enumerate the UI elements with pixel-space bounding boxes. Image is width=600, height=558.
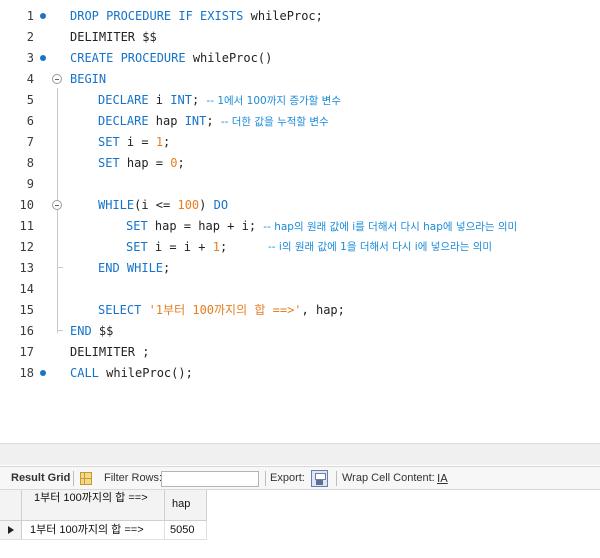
- code-text: CREATE PROCEDURE whileProc(): [70, 51, 273, 65]
- code-text: DECLARE i INT; -- 1에서 100까지 증가할 변수: [98, 93, 341, 107]
- wrap-cell-content-icon[interactable]: IA: [437, 471, 448, 486]
- code-text: CALL whileProc();: [70, 366, 193, 380]
- line-number: 15: [19, 303, 34, 317]
- editor-line-2: 2 DELIMITER $$: [0, 27, 600, 48]
- line-number: 7: [26, 135, 34, 149]
- sql-editor[interactable]: 1 DROP PROCEDURE IF EXISTS whileProc; 2 …: [0, 0, 600, 443]
- code-text: END $$: [70, 324, 114, 338]
- column-header-hap[interactable]: hap: [165, 490, 207, 521]
- table-cell[interactable]: 5050: [165, 521, 207, 540]
- filter-rows-label: Filter Rows:: [104, 472, 163, 484]
- fold-end-marker: [57, 258, 63, 268]
- toolbar-divider: [336, 471, 337, 486]
- editor-line-3: 3 CREATE PROCEDURE whileProc(): [0, 48, 600, 69]
- code-text: SET hap = hap + i; -- hap의 원래 값에 i를 더해서 …: [126, 219, 518, 233]
- code-comment: -- i의 원래 값에 1을 더해서 다시 i에 넣으라는 의미: [268, 241, 493, 253]
- editor-line-4: 4 BEGIN: [0, 69, 600, 90]
- line-number: 6: [26, 114, 34, 128]
- editor-line-12: 12 SET i = i + 1; -- i의 원래 값에 1을 더해서 다시 …: [0, 237, 600, 258]
- fold-collapse-icon[interactable]: [52, 200, 62, 210]
- line-number: 12: [19, 240, 34, 254]
- line-number: 10: [19, 198, 34, 212]
- line-number: 11: [19, 219, 34, 233]
- code-text: END WHILE;: [98, 261, 171, 275]
- panel-splitter[interactable]: [0, 443, 600, 465]
- table-cell[interactable]: 1부터 100까지의 합 ==>: [22, 521, 165, 540]
- result-grid-tab[interactable]: Result Grid: [11, 467, 70, 490]
- code-text: SET i = 1;: [98, 135, 171, 149]
- line-number: 4: [26, 72, 34, 86]
- code-text: DECLARE hap INT; -- 더한 값을 누적할 변수: [98, 114, 329, 128]
- editor-line-11: 11 SET hap = hap + i; -- hap의 원래 값에 i를 더…: [0, 216, 600, 237]
- editor-line-16: 16 END $$: [0, 321, 600, 342]
- row-header-corner: [0, 490, 22, 521]
- toolbar-divider: [73, 471, 74, 486]
- current-row-arrow-icon[interactable]: [0, 521, 22, 540]
- editor-line-7: 7 SET i = 1;: [0, 132, 600, 153]
- code-text: DROP PROCEDURE IF EXISTS whileProc;: [70, 9, 323, 23]
- grid-view-icon[interactable]: [80, 472, 92, 485]
- code-text: BEGIN: [70, 72, 107, 86]
- editor-line-13: 13 END WHILE;: [0, 258, 600, 279]
- line-number: 3: [26, 51, 34, 65]
- code-text: SET hap = 0;: [98, 156, 185, 170]
- statement-marker-icon: [40, 370, 46, 376]
- toolbar-divider: [265, 471, 266, 486]
- column-header-sum-label[interactable]: 1부터 100까지의 합 ==>: [22, 490, 165, 521]
- line-number: 18: [19, 366, 34, 380]
- export-icon[interactable]: [311, 470, 328, 487]
- wrap-cell-content-label: Wrap Cell Content:: [342, 472, 435, 484]
- code-text: SELECT '1부터 100까지의 합 ==>', hap;: [98, 303, 345, 317]
- editor-line-14: 14: [0, 279, 600, 300]
- line-number: 5: [26, 93, 34, 107]
- editor-line-6: 6 DECLARE hap INT; -- 더한 값을 누적할 변수: [0, 111, 600, 132]
- editor-line-17: 17 DELIMITER ;: [0, 342, 600, 363]
- export-label: Export:: [270, 472, 305, 484]
- code-text: WHILE(i <= 100) DO: [98, 198, 229, 212]
- result-grid: 1부터 100까지의 합 ==> hap 1부터 100까지의 합 ==> 50…: [0, 490, 600, 558]
- line-number: 14: [19, 282, 34, 296]
- line-number: 2: [26, 30, 34, 44]
- editor-line-10: 10 WHILE(i <= 100) DO: [0, 195, 600, 216]
- line-number: 1: [26, 9, 34, 23]
- statement-marker-icon: [40, 13, 46, 19]
- line-number: 9: [26, 177, 34, 191]
- line-number: 16: [19, 324, 34, 338]
- code-text: DELIMITER ;: [70, 345, 150, 359]
- editor-line-5: 5 DECLARE i INT; -- 1에서 100까지 증가할 변수: [0, 90, 600, 111]
- code-text: DELIMITER $$: [70, 30, 157, 44]
- line-number: 8: [26, 156, 34, 170]
- statement-marker-icon: [40, 55, 46, 61]
- fold-end-marker: [57, 321, 63, 331]
- editor-line-18: 18 CALL whileProc();: [0, 363, 600, 384]
- filter-rows-input[interactable]: [161, 471, 259, 487]
- editor-line-8: 8 SET hap = 0;: [0, 153, 600, 174]
- result-toolbar: Result Grid Filter Rows: Export: Wrap Ce…: [0, 466, 600, 490]
- editor-line-15: 15 SELECT '1부터 100까지의 합 ==>', hap;: [0, 300, 600, 321]
- editor-line-9: 9: [0, 174, 600, 195]
- fold-collapse-icon[interactable]: [52, 74, 62, 84]
- line-number: 13: [19, 261, 34, 275]
- line-number: 17: [19, 345, 34, 359]
- code-text: SET i = i + 1;: [126, 240, 228, 254]
- editor-line-1: 1 DROP PROCEDURE IF EXISTS whileProc;: [0, 6, 600, 27]
